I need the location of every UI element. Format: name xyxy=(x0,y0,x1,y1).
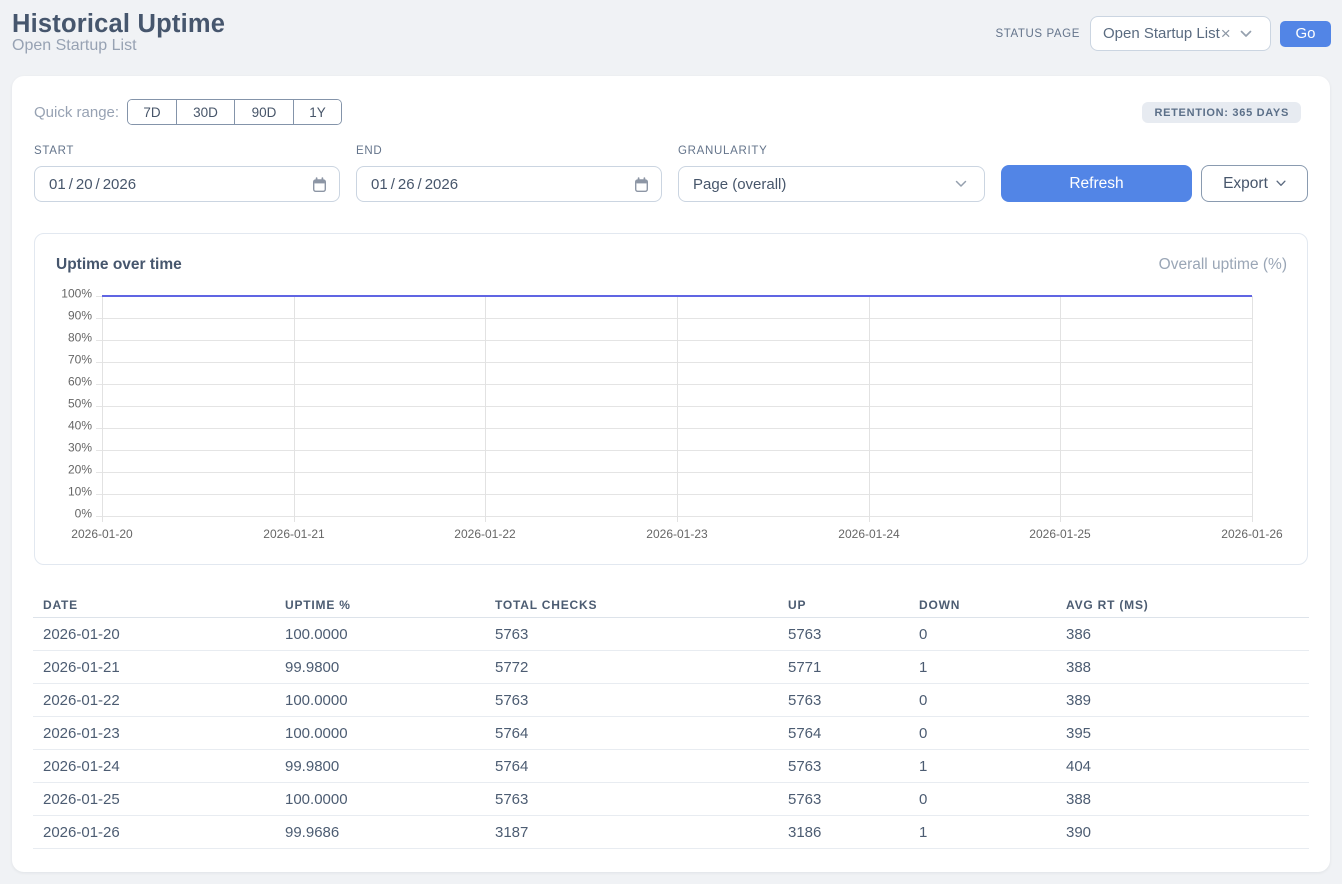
svg-text:60%: 60% xyxy=(68,375,92,389)
svg-text:2026-01-25: 2026-01-25 xyxy=(1029,527,1091,541)
svg-text:2026-01-21: 2026-01-21 xyxy=(263,527,325,541)
svg-text:70%: 70% xyxy=(68,353,92,367)
svg-text:30%: 30% xyxy=(68,441,92,455)
svg-text:2026-01-24: 2026-01-24 xyxy=(838,527,900,541)
svg-text:2026-01-22: 2026-01-22 xyxy=(454,527,516,541)
svg-text:100%: 100% xyxy=(61,287,92,301)
svg-text:90%: 90% xyxy=(68,309,92,323)
svg-text:80%: 80% xyxy=(68,331,92,345)
svg-text:2026-01-26: 2026-01-26 xyxy=(1221,527,1283,541)
svg-text:2026-01-23: 2026-01-23 xyxy=(646,527,708,541)
svg-text:20%: 20% xyxy=(68,463,92,477)
svg-text:10%: 10% xyxy=(68,485,92,499)
svg-text:50%: 50% xyxy=(68,397,92,411)
svg-text:2026-01-20: 2026-01-20 xyxy=(71,527,133,541)
svg-text:0%: 0% xyxy=(75,507,93,521)
svg-text:40%: 40% xyxy=(68,419,92,433)
